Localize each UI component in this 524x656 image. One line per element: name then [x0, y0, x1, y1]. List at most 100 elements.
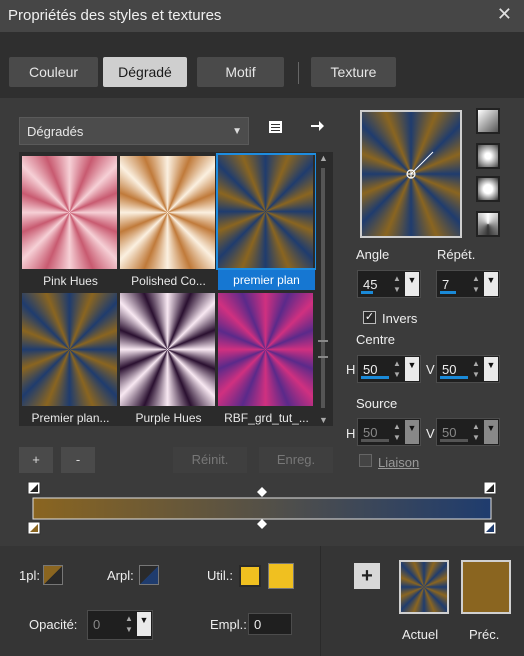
dropdown-arrow-icon[interactable]: ▼ — [484, 357, 498, 381]
linear-style-icon[interactable] — [476, 108, 500, 134]
tab-degrade[interactable]: Dégradé — [103, 57, 187, 87]
spin-up-down-icon[interactable]: ▲ ▼ — [123, 613, 135, 635]
foreground-label: 1pl: — [19, 568, 40, 583]
color-stop-left[interactable] — [27, 521, 41, 535]
scroll-down-icon[interactable]: ▼ — [319, 415, 328, 425]
rectangular-style-icon[interactable] — [476, 143, 500, 169]
spin-up-down-icon[interactable]: ▲ ▼ — [470, 421, 482, 443]
radial-style-icon[interactable] — [476, 176, 500, 202]
foreground-swatch[interactable] — [43, 565, 63, 585]
dropdown-arrow-icon[interactable]: ▼ — [484, 272, 498, 296]
spin-up-down-icon[interactable]: ▲ ▼ — [391, 273, 403, 295]
color-midpoint-marker[interactable] — [257, 519, 267, 529]
angle-label: Angle — [356, 247, 390, 262]
add-gradient-button[interactable]: + — [19, 447, 53, 473]
angle-spinner[interactable]: 45 ▲ ▼ ▼ — [357, 270, 421, 298]
previous-label: Préc. — [469, 627, 500, 642]
link-checkbox[interactable] — [359, 454, 372, 467]
current-style-swatch[interactable] — [399, 560, 449, 614]
invert-label: Invers — [382, 311, 418, 326]
gradient-category-dropdown[interactable]: Dégradés ▼ — [19, 117, 249, 145]
source-h-label: H — [346, 426, 356, 441]
repeat-label: Répét. — [437, 247, 476, 262]
gallery-item-pink-hues[interactable]: Pink Hues — [22, 156, 119, 288]
sunburst-style-icon[interactable] — [476, 211, 500, 237]
gallery-item-premier-plan-2[interactable]: Premier plan... — [22, 293, 119, 425]
background-label: Arpl: — [107, 568, 134, 583]
background-swatch[interactable] — [139, 565, 159, 585]
centre-h-spinner[interactable]: 50 ▲ ▼ ▼ — [357, 355, 421, 383]
tab-texture[interactable]: Texture — [311, 57, 396, 87]
dropdown-arrow-icon[interactable]: ▼ — [484, 420, 498, 444]
use-color-swatch-large[interactable] — [268, 563, 294, 589]
gallery-item-label: Premier plan... — [31, 411, 110, 425]
dropdown-arrow-icon[interactable]: ▼ — [137, 612, 151, 636]
centre-h-slider-fill — [361, 376, 389, 379]
gallery-item-label: Pink Hues — [43, 274, 98, 288]
scroll-thumb[interactable] — [318, 340, 328, 358]
reset-button[interactable]: Réinit. — [173, 447, 247, 473]
spin-up-down-icon[interactable]: ▲ ▼ — [470, 358, 482, 380]
tab-couleur[interactable]: Couleur — [9, 57, 98, 87]
gradient-thumbnail — [218, 155, 313, 268]
browse-folder-icon[interactable] — [268, 119, 284, 139]
gradient-thumbnail — [22, 293, 117, 406]
gallery-item-purple-hues[interactable]: Purple Hues — [120, 293, 217, 425]
location-value: 0 — [254, 617, 262, 632]
center-handle-icon[interactable] — [362, 112, 460, 236]
opacity-value: 0 — [93, 617, 101, 632]
previous-style-swatch[interactable] — [461, 560, 511, 614]
gallery-item-label: premier plan — [218, 270, 315, 290]
save-button[interactable]: Enreg. — [259, 447, 333, 473]
gallery-scrollbar[interactable]: ▲ ▼ — [316, 153, 330, 425]
gradient-bar[interactable] — [32, 497, 492, 520]
scroll-up-icon[interactable]: ▲ — [319, 153, 328, 163]
gradient-thumbnail — [22, 156, 117, 269]
gradient-editor[interactable] — [26, 480, 500, 536]
centre-v-slider-fill — [440, 376, 468, 379]
tab-motif[interactable]: Motif — [197, 57, 284, 87]
chevron-down-icon: ▼ — [232, 126, 242, 137]
dropdown-value: Dégradés — [27, 124, 84, 139]
centre-v-value: 50 — [442, 362, 457, 377]
repeat-spinner[interactable]: 7 ▲ ▼ ▼ — [436, 270, 500, 298]
opacity-spinner[interactable]: 0 ▲ ▼ ▼ — [87, 610, 153, 640]
remove-gradient-button[interactable]: - — [61, 447, 95, 473]
gradient-preview[interactable] — [360, 110, 462, 238]
close-icon[interactable]: ✕ — [497, 4, 512, 25]
gallery-item-label: RBF_grd_tut_... — [224, 411, 309, 425]
color-stop-right[interactable] — [483, 521, 497, 535]
opacity-stop-right[interactable] — [483, 481, 497, 495]
arrow-right-icon[interactable] — [309, 118, 325, 138]
angle-slider-fill — [361, 291, 373, 294]
dropdown-arrow-icon[interactable]: ▼ — [405, 357, 419, 381]
dropdown-arrow-icon[interactable]: ▼ — [405, 420, 419, 444]
gallery-item-polished-copper[interactable]: Polished Co... — [120, 156, 217, 288]
source-label: Source — [356, 396, 398, 411]
gallery-item-rbf-grd-tut[interactable]: RBF_grd_tut_... — [218, 293, 315, 425]
add-to-swatches-button[interactable]: + — [354, 563, 380, 589]
spin-up-down-icon[interactable]: ▲ ▼ — [470, 273, 482, 295]
spin-up-down-icon[interactable]: ▲ ▼ — [391, 421, 403, 443]
use-color-swatch[interactable] — [239, 565, 261, 587]
title-bar: Propriétés des styles et textures ✕ — [0, 0, 524, 32]
opacity-stop-left[interactable] — [27, 481, 41, 495]
spin-up-down-icon[interactable]: ▲ ▼ — [391, 358, 403, 380]
opacity-label: Opacité: — [29, 617, 78, 632]
source-v-value: 50 — [442, 425, 457, 440]
source-v-slider-fill — [440, 439, 468, 442]
dropdown-arrow-icon[interactable]: ▼ — [405, 272, 419, 296]
location-input[interactable]: 0 — [248, 613, 292, 635]
invert-checkbox[interactable]: ✓ — [363, 311, 376, 324]
repeat-value: 7 — [442, 277, 450, 292]
window-title: Propriétés des styles et textures — [8, 7, 222, 24]
source-v-spinner[interactable]: 50 ▲ ▼ ▼ — [436, 418, 500, 446]
centre-v-spinner[interactable]: 50 ▲ ▼ ▼ — [436, 355, 500, 383]
source-v-label: V — [426, 426, 435, 441]
centre-h-value: 50 — [363, 362, 378, 377]
gallery-item-premier-plan[interactable]: premier plan — [216, 153, 317, 290]
source-h-spinner[interactable]: 50 ▲ ▼ ▼ — [357, 418, 421, 446]
use-label: Util.: — [207, 568, 233, 583]
opacity-midpoint-marker[interactable] — [257, 487, 267, 497]
scroll-track[interactable] — [321, 168, 325, 408]
